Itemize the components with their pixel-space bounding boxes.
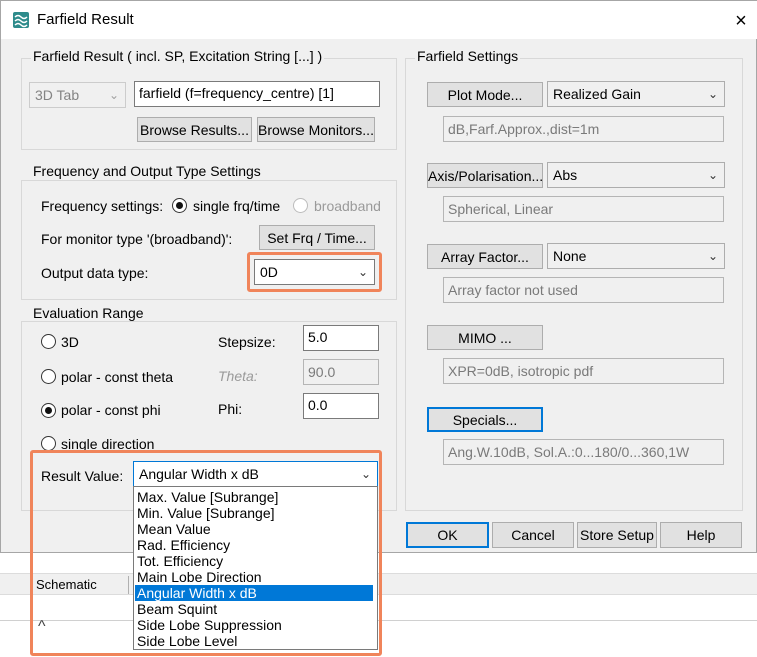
single-frq-radio[interactable] <box>172 198 187 213</box>
dropdown-option[interactable]: Main Lobe Direction <box>135 569 373 585</box>
stepsize-input[interactable]: 5.0 <box>303 325 379 351</box>
output-data-type-value: 0D <box>260 264 278 280</box>
dropdown-option[interactable]: Tot. Efficiency <box>135 553 373 569</box>
chevron-down-icon: ⌄ <box>360 467 371 481</box>
output-data-type-label: Output data type: <box>41 265 149 281</box>
broadband-radio <box>293 198 308 213</box>
array-factor-value: None <box>553 248 587 264</box>
dropdown-option[interactable]: Side Lobe Suppression <box>135 617 373 633</box>
chevron-down-icon: ⌄ <box>707 249 718 263</box>
theta-label: Theta: <box>218 368 258 384</box>
mimo-info: XPR=0dB, isotropic pdf <box>443 358 724 384</box>
plot-mode-value: Realized Gain <box>553 86 641 102</box>
chevron-down-icon: ⌄ <box>707 168 718 182</box>
chevron-down-icon: ⌄ <box>108 88 119 102</box>
tab-combo: 3D Tab ⌄ <box>29 82 126 108</box>
dropdown-option[interactable]: Rad. Efficiency <box>135 537 373 553</box>
radio-polar-phi[interactable] <box>41 403 56 418</box>
phi-label: Phi: <box>218 401 243 417</box>
chevron-down-icon: ⌄ <box>357 265 368 279</box>
result-value-select[interactable]: Angular Width x dB ⌄ <box>133 461 378 487</box>
stepsize-label: Stepsize: <box>218 334 276 350</box>
tab-combo-value: 3D Tab <box>35 87 80 103</box>
farfield-result-group-title: Farfield Result ( incl. SP, Excitation S… <box>31 48 325 64</box>
array-factor-info: Array factor not used <box>443 277 724 303</box>
single-frq-label: single frq/time <box>193 198 281 214</box>
mimo-button[interactable]: MIMO ... <box>427 325 543 350</box>
dropdown-option[interactable]: Mean Value <box>135 521 373 537</box>
dialog-title: Farfield Result <box>37 11 134 28</box>
phi-input[interactable]: 0.0 <box>303 393 379 419</box>
axis-value: Abs <box>553 167 578 183</box>
output-data-type-select[interactable]: 0D ⌄ <box>254 259 375 285</box>
close-icon[interactable]: × <box>729 9 753 33</box>
app-icon <box>13 12 29 28</box>
result-name-field[interactable]: farfield (f=frequency_centre) [1] <box>134 81 380 107</box>
frequency-settings-label: Frequency settings: <box>41 198 164 214</box>
cancel-button[interactable]: Cancel <box>492 522 574 548</box>
ok-button[interactable]: OK <box>406 522 489 548</box>
monitor-type-label: For monitor type '(broadband)': <box>41 231 233 247</box>
browse-results-button[interactable]: Browse Results... <box>137 117 252 142</box>
help-button[interactable]: Help <box>660 522 742 548</box>
radio-polar-theta[interactable] <box>41 369 56 384</box>
specials-button[interactable]: Specials... <box>427 407 543 432</box>
plot-mode-button[interactable]: Plot Mode... <box>427 82 543 107</box>
axis-select[interactable]: Abs ⌄ <box>547 162 725 188</box>
plot-mode-select[interactable]: Realized Gain ⌄ <box>547 81 725 107</box>
farfield-settings-title: Farfield Settings <box>415 48 521 64</box>
array-factor-select[interactable]: None ⌄ <box>547 243 725 269</box>
dropdown-option[interactable]: Beam Squint <box>135 601 373 617</box>
radio-3d[interactable] <box>41 334 56 349</box>
label-polar-phi: polar - const phi <box>61 402 161 418</box>
radio-single-direction[interactable] <box>41 436 56 451</box>
chevron-down-icon: ⌄ <box>707 87 718 101</box>
result-value-current: Angular Width x dB <box>139 466 259 482</box>
label-polar-theta: polar - const theta <box>61 369 174 385</box>
evaluation-range-title: Evaluation Range <box>31 305 146 321</box>
dropdown-option[interactable]: Min. Value [Subrange] <box>135 505 373 521</box>
array-factor-button[interactable]: Array Factor... <box>427 244 543 269</box>
dropdown-option-selected[interactable]: Angular Width x dB <box>135 585 373 601</box>
plot-mode-info: dB,Farf.Approx.,dist=1m <box>443 116 724 142</box>
dropdown-option[interactable]: Side Lobe Level <box>135 633 373 649</box>
specials-info: Ang.W.10dB, Sol.A.:0...180/0...360,1W <box>443 439 724 465</box>
axis-polarisation-button[interactable]: Axis/Polarisation... <box>427 163 543 188</box>
frequency-group-title: Frequency and Output Type Settings <box>31 163 263 179</box>
set-frq-time-button[interactable]: Set Frq / Time... <box>259 225 375 250</box>
axis-info: Spherical, Linear <box>443 196 724 222</box>
browse-monitors-button[interactable]: Browse Monitors... <box>257 117 375 142</box>
dropdown-option[interactable]: Max. Value [Subrange] <box>135 489 373 505</box>
result-value-dropdown-list: Max. Value [Subrange] Min. Value [Subran… <box>133 486 378 650</box>
store-setup-button[interactable]: Store Setup <box>577 522 657 548</box>
label-3d: 3D <box>61 334 79 350</box>
title-bar: Farfield Result × <box>1 1 757 39</box>
theta-input: 90.0 <box>303 359 379 385</box>
broadband-label: broadband <box>314 198 381 214</box>
